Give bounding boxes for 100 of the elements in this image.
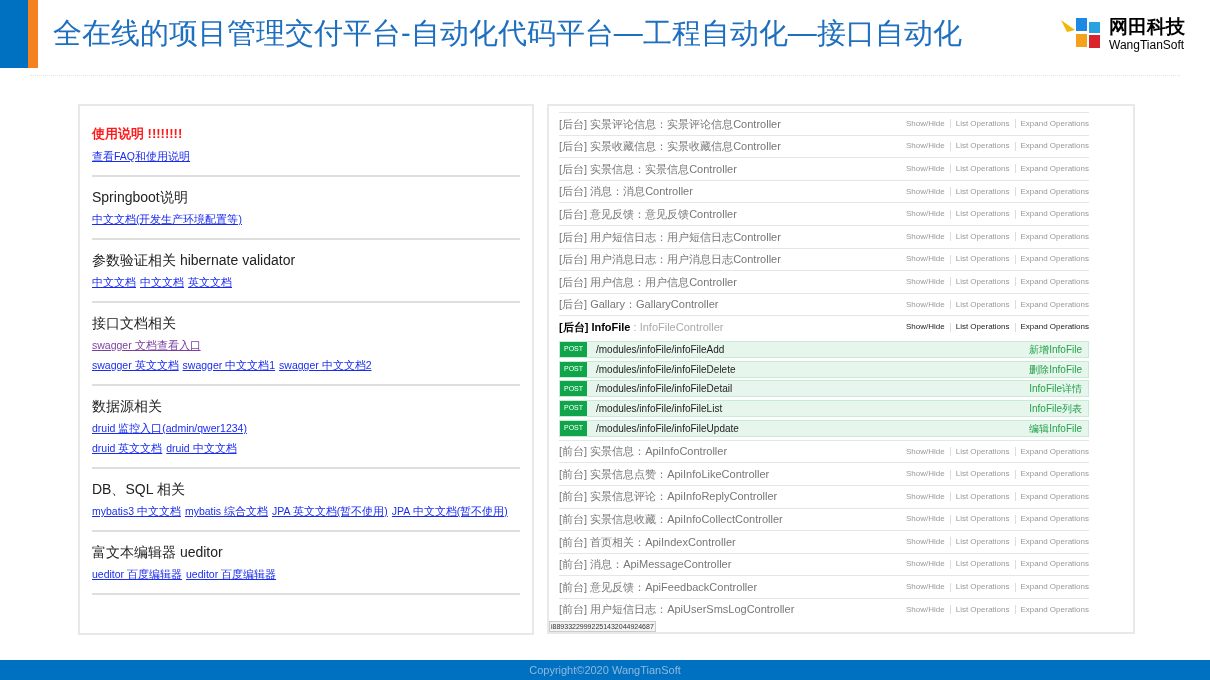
action-link[interactable]: List Operations [955, 140, 1010, 153]
action-link[interactable]: List Operations [955, 163, 1010, 175]
controller-title[interactable]: [后台] 用户信息：用户信息Controller [559, 273, 737, 291]
action-link[interactable]: Show/Hide [906, 230, 945, 243]
action-link[interactable]: Show/Hide [906, 117, 945, 130]
doc-link[interactable]: mybatis3 中文文档 [92, 504, 181, 518]
controller-title[interactable]: [后台] InfoFile : InfoFileController [559, 318, 724, 336]
action-link[interactable]: Show/Hide [906, 558, 945, 571]
action-link[interactable]: List Operations [955, 535, 1010, 548]
action-link[interactable]: Expand Operations [1020, 117, 1089, 130]
action-link[interactable]: List Operations [955, 581, 1010, 594]
action-link[interactable]: Expand Operations [1020, 558, 1089, 571]
doc-link[interactable]: JPA 英文文档(暂不使用) [272, 504, 388, 518]
action-link[interactable]: List Operations [955, 603, 1010, 616]
action-link[interactable]: Expand Operations [1020, 140, 1089, 153]
controller-title[interactable]: [后台] 意见反馈：意见反馈Controller [559, 205, 737, 223]
action-link[interactable]: List Operations [955, 490, 1010, 503]
action-link[interactable]: Show/Hide [906, 298, 945, 311]
doc-link[interactable]: 中文文档 [92, 275, 136, 289]
controller-title[interactable]: [前台] 实景信息评论：ApiInfoReplyController [559, 488, 778, 505]
action-link[interactable]: Show/Hide [906, 185, 945, 198]
action-link[interactable]: Expand Operations [1020, 298, 1089, 311]
action-link[interactable]: Show/Hide [906, 275, 945, 288]
controller-title[interactable]: [后台] 实景信息：实景信息Controller [559, 160, 737, 178]
action-link[interactable]: List Operations [955, 253, 1010, 266]
doc-link[interactable]: 查看FAQ和使用说明 [92, 149, 190, 163]
action-link[interactable]: Show/Hide [906, 253, 945, 266]
action-link[interactable]: Show/Hide [906, 490, 945, 503]
doc-link[interactable]: 中文文档 [140, 275, 184, 289]
action-link[interactable]: Expand Operations [1020, 468, 1089, 481]
controller-title[interactable]: [后台] 用户短信日志：用户短信日志Controller [559, 228, 781, 245]
doc-link[interactable]: 英文文档 [188, 275, 232, 289]
controller-title[interactable]: [后台] 实景收藏信息：实景收藏信息Controller [559, 138, 781, 155]
controller-title[interactable]: [后台] 用户消息日志：用户消息日志Controller [559, 251, 781, 268]
action-link[interactable]: Show/Hide [906, 603, 945, 616]
action-link[interactable]: Expand Operations [1020, 513, 1089, 526]
action-link[interactable]: Expand Operations [1020, 275, 1089, 288]
action-link[interactable]: Expand Operations [1020, 185, 1089, 198]
controller-title[interactable]: [前台] 首页相关：ApiIndexController [559, 533, 736, 551]
action-link[interactable]: Expand Operations [1020, 321, 1089, 334]
action-link[interactable]: Show/Hide [906, 208, 945, 221]
doc-link[interactable]: 中文文档(开发生产环境配置等) [92, 212, 242, 226]
operation-summary: InfoFile列表 [1029, 402, 1082, 417]
action-link[interactable]: Expand Operations [1020, 490, 1089, 503]
action-link[interactable]: List Operations [955, 117, 1010, 130]
action-link[interactable]: List Operations [955, 230, 1010, 243]
action-link[interactable]: Show/Hide [906, 163, 945, 175]
controller-title[interactable]: [前台] 意见反馈：ApiFeedbackController [559, 578, 758, 596]
doc-link[interactable]: druid 中文文档 [166, 441, 237, 455]
action-link[interactable]: List Operations [955, 558, 1010, 571]
controller-title[interactable]: [后台] 消息：消息Controller [559, 183, 693, 200]
controller-title[interactable]: [后台] 实景评论信息：实景评论信息Controller [559, 115, 781, 133]
operation-path: /modules/infoFile/infoFileUpdate [596, 421, 739, 436]
action-link[interactable]: List Operations [955, 468, 1010, 481]
action-link[interactable]: Expand Operations [1020, 445, 1089, 458]
controller-title[interactable]: [前台] 实景信息收藏：ApiInfoCollectController [559, 511, 783, 528]
logo-name: 网田科技 [1109, 17, 1185, 36]
action-link[interactable]: List Operations [955, 185, 1010, 198]
action-link[interactable]: List Operations [955, 445, 1010, 458]
copyright-text: Copyright©2020 WangTianSoft [529, 662, 681, 678]
doc-link[interactable]: ueditor 百度编辑器 [92, 567, 183, 581]
section-heading: DB、SQL 相关 [92, 480, 186, 498]
action-link[interactable]: Show/Hide [906, 321, 945, 334]
doc-link[interactable]: ueditor 百度编辑器 [186, 567, 277, 581]
controller-title[interactable]: [前台] 用户短信日志：ApiUserSmsLogController [559, 601, 795, 618]
action-link[interactable]: List Operations [955, 298, 1010, 311]
action-link[interactable]: Show/Hide [906, 581, 945, 594]
action-link[interactable]: Expand Operations [1020, 535, 1089, 548]
section-heading: 接口文档相关 [92, 314, 177, 332]
action-link[interactable]: List Operations [955, 275, 1010, 288]
controller-title[interactable]: [后台] Gallary：GallaryController [559, 296, 719, 313]
action-link[interactable]: Expand Operations [1020, 581, 1089, 594]
action-link[interactable]: List Operations [955, 208, 1010, 221]
operation-summary: 编辑InfoFile [1029, 421, 1082, 436]
controller-title[interactable]: [前台] 实景信息点赞：ApiInfoLikeController [559, 465, 770, 483]
action-link[interactable]: List Operations [955, 321, 1010, 334]
action-link[interactable]: Show/Hide [906, 535, 945, 548]
doc-link[interactable]: swagger 中文文档2 [279, 358, 372, 372]
controller-title[interactable]: [前台] 实景信息：ApiInfoController [559, 443, 728, 460]
doc-link[interactable]: swagger 文档查看入口 [92, 338, 201, 352]
doc-link[interactable]: druid 监控入口(admin/qwer1234) [92, 421, 247, 435]
action-link[interactable]: List Operations [955, 513, 1010, 526]
action-link[interactable]: Expand Operations [1020, 208, 1089, 221]
doc-link[interactable]: JPA 中文文档(暂不使用) [391, 504, 508, 518]
action-link[interactable]: Show/Hide [906, 513, 945, 526]
action-link[interactable]: Expand Operations [1020, 603, 1089, 616]
action-link[interactable]: Expand Operations [1020, 230, 1089, 243]
section-heading: 富文本编辑器 ueditor [92, 543, 224, 561]
doc-link[interactable]: druid 英文文档 [92, 441, 163, 455]
section-heading: Springboot说明 [92, 188, 189, 206]
doc-link[interactable]: swagger 中文文档1 [182, 358, 276, 372]
controller-title[interactable]: [前台] 消息：ApiMessageController [559, 556, 732, 573]
doc-link[interactable]: swagger 英文文档 [92, 358, 179, 372]
action-link[interactable]: Show/Hide [906, 468, 945, 481]
action-link[interactable]: Expand Operations [1020, 253, 1089, 266]
action-link[interactable]: Show/Hide [906, 445, 945, 458]
doc-link[interactable]: mybatis 综合文档 [184, 504, 269, 518]
action-link[interactable]: Expand Operations [1020, 163, 1089, 175]
operation-summary: 删除InfoFile [1029, 362, 1082, 377]
action-link[interactable]: Show/Hide [906, 140, 945, 153]
